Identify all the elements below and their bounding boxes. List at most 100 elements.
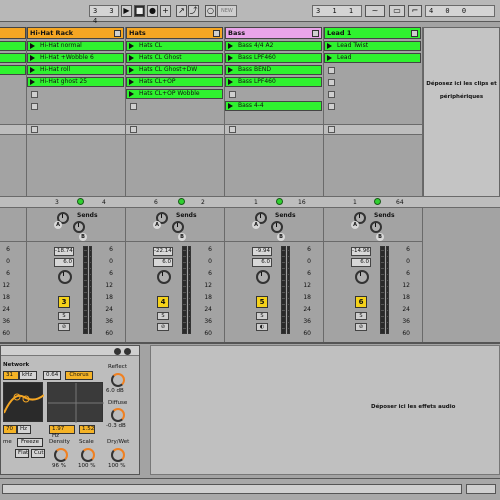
arm-button[interactable]: ⊘	[355, 323, 367, 331]
clip-playing-icon[interactable]	[129, 43, 134, 49]
clip[interactable]: Hi-Hat ghost 25	[27, 77, 124, 87]
clip-stop-icon[interactable]	[130, 103, 137, 110]
clip[interactable]: Hi-Hat roll	[27, 65, 124, 75]
clip[interactable]: Bass 4-4	[225, 101, 322, 111]
clip[interactable]: Lead Twist	[324, 41, 421, 51]
loop-switch-icon[interactable]: ▭	[389, 5, 405, 17]
clip-stop-icon[interactable]	[31, 103, 38, 110]
track-header-hats[interactable]: Hats	[126, 27, 223, 39]
track-stop-button[interactable]	[229, 126, 236, 133]
track-header-lead-1[interactable]: Lead 1	[324, 27, 421, 39]
track-stop-button[interactable]	[31, 126, 38, 133]
overdub-button[interactable]: +	[160, 5, 171, 17]
track-fold-icon[interactable]	[114, 30, 121, 37]
clip-play-icon[interactable]	[327, 43, 332, 49]
status-field[interactable]	[2, 484, 462, 494]
clip-play-icon[interactable]	[228, 67, 233, 73]
stop-button[interactable]: ■	[134, 5, 145, 17]
device-power-icon[interactable]	[124, 348, 131, 355]
track-header-hi-hat-rack[interactable]: Hi-Hat Rack	[27, 27, 124, 39]
pan-knob[interactable]	[355, 270, 369, 284]
device-save-icon[interactable]	[114, 348, 121, 355]
clip-stop-icon[interactable]	[328, 91, 335, 98]
rate-field[interactable]: 1.97 Hz	[49, 425, 75, 439]
chorus-button[interactable]: Chorus	[65, 371, 93, 380]
clip-stop-icon[interactable]	[328, 103, 335, 110]
track-activator[interactable]: 3	[58, 296, 70, 308]
loop-start-field[interactable]: 3 1 1	[312, 5, 362, 17]
clip-play-icon[interactable]	[228, 43, 233, 49]
volume-field[interactable]: -18.74	[54, 247, 74, 256]
clip-play-icon[interactable]	[30, 55, 35, 61]
cut-button[interactable]: Cut	[31, 449, 45, 458]
clip[interactable]: Hats CL+OP Wobble	[126, 89, 223, 99]
clip-stop-icon[interactable]	[229, 91, 236, 98]
volume-field[interactable]: -9.94	[252, 247, 272, 256]
clip[interactable]: Hats CL	[126, 41, 223, 51]
scale-knob[interactable]	[81, 448, 95, 462]
loop-length-field[interactable]: 4 0 0	[425, 5, 495, 17]
reflect-knob[interactable]	[111, 373, 125, 387]
play-button[interactable]: ▶	[121, 5, 132, 17]
drywet-knob[interactable]	[111, 448, 125, 462]
track-stop-button[interactable]	[130, 126, 137, 133]
track-fold-icon[interactable]	[213, 30, 220, 37]
volume-field[interactable]: -22.14	[153, 247, 173, 256]
track-header-bass[interactable]: Bass	[225, 27, 322, 39]
arm-button[interactable]: ◐	[256, 323, 268, 331]
pan-knob[interactable]	[58, 270, 72, 284]
clip[interactable]: Bass LPF460	[225, 53, 322, 63]
arm-button[interactable]: ⊘	[157, 323, 169, 331]
pan-field[interactable]: 6.0	[54, 258, 74, 267]
clip-play-icon[interactable]	[129, 67, 134, 73]
amount-field[interactable]: 1.52	[79, 425, 95, 434]
spin-field[interactable]: 0.64	[43, 371, 61, 380]
activator-icon[interactable]	[178, 198, 185, 205]
clip[interactable]: Bass BEND	[225, 65, 322, 75]
activator-icon[interactable]	[374, 198, 381, 205]
automation-arm-icon[interactable]: ↗	[176, 5, 187, 17]
track-stop-button[interactable]	[328, 126, 335, 133]
clip-playing-icon[interactable]	[327, 55, 332, 61]
arm-button[interactable]: ⊘	[58, 323, 70, 331]
clip[interactable]: Bass LPF460	[225, 77, 322, 87]
clip-play-icon[interactable]	[228, 103, 233, 109]
hz-field[interactable]: 70	[3, 425, 17, 434]
track-fold-icon[interactable]	[411, 30, 418, 37]
record-button[interactable]: ●	[147, 5, 158, 17]
position-field[interactable]: 3 3 4	[89, 5, 119, 25]
track-header-partial[interactable]	[0, 27, 26, 39]
track-activator[interactable]: 5	[256, 296, 268, 308]
clip-playing-icon[interactable]	[30, 79, 35, 85]
chorus-display[interactable]	[47, 382, 104, 423]
solo-button[interactable]: S	[157, 312, 169, 320]
clip-play-icon[interactable]	[129, 79, 134, 85]
clip-play-icon[interactable]	[129, 55, 134, 61]
clip[interactable]: Bass 4/4 A2	[225, 41, 322, 51]
send-b-knob[interactable]	[271, 221, 283, 233]
freeze-button[interactable]: Freeze	[17, 438, 43, 447]
eq-display[interactable]	[3, 382, 45, 422]
pan-knob[interactable]	[157, 270, 171, 284]
track-activator[interactable]: 4	[157, 296, 169, 308]
pan-field[interactable]: 6.0	[351, 258, 371, 267]
clip[interactable]: Hi-Hat normal	[27, 41, 124, 51]
re-enable-automation-icon[interactable]: ⤴	[188, 5, 199, 17]
clip-play-icon[interactable]	[30, 67, 35, 73]
clip[interactable]: Hats CL Ghost+DW	[126, 65, 223, 75]
volume-field[interactable]: -14.96	[351, 247, 371, 256]
clip-drop-area[interactable]: Déposez ici les clips et périphériques	[423, 27, 500, 197]
send-b-knob[interactable]	[172, 221, 184, 233]
clip-stop-icon[interactable]	[328, 79, 335, 86]
density-knob[interactable]	[54, 448, 68, 462]
pan-field[interactable]: 6.0	[252, 258, 272, 267]
punch-out-icon[interactable]: ⌐	[408, 5, 422, 17]
solo-button[interactable]: S	[58, 312, 70, 320]
clip-playing-icon[interactable]	[228, 79, 233, 85]
activator-icon[interactable]	[77, 198, 84, 205]
track-fold-icon[interactable]	[312, 30, 319, 37]
clip-stop-icon[interactable]	[31, 91, 38, 98]
flat-button[interactable]: Flat	[15, 449, 29, 458]
pan-knob[interactable]	[256, 270, 270, 284]
view-toggle[interactable]	[466, 484, 496, 494]
